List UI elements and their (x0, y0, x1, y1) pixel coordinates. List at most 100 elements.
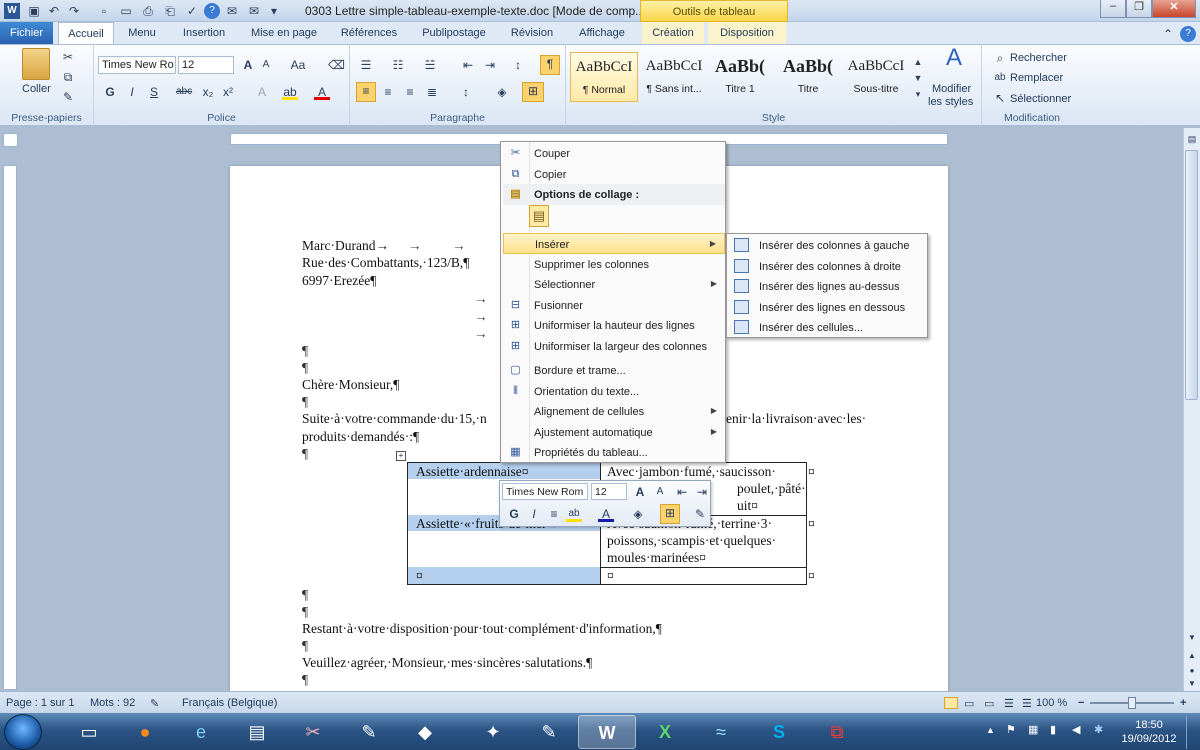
mini-borders-icon[interactable]: ⊞ (660, 504, 680, 524)
tab-fichier[interactable]: Fichier (0, 22, 53, 44)
show-hidden-icons-icon[interactable]: ▲ (986, 725, 995, 735)
table-cell[interactable]: moules·marinées¤ (607, 549, 706, 566)
help-icon[interactable]: ? (204, 3, 220, 19)
zoom-slider-thumb[interactable] (1128, 697, 1136, 709)
skype-taskbar-icon[interactable]: S (750, 715, 808, 749)
tab-menu[interactable]: Menu (118, 22, 166, 44)
style-titre-1[interactable]: AaBb( Titre 1 (706, 52, 774, 102)
font-name-combo[interactable]: Times New Ro (98, 56, 176, 74)
scrollbar-thumb[interactable] (1185, 150, 1198, 400)
multilevel-list-icon[interactable]: ☱ (422, 57, 438, 73)
print-preview-icon[interactable]: ⎙ (140, 3, 156, 19)
modify-styles-label-2[interactable]: les styles (928, 96, 973, 108)
show-formatting-icon[interactable]: ¶ (540, 55, 560, 75)
word-count[interactable]: Mots : 92 (90, 697, 135, 709)
format-painter-icon[interactable]: ✎ (60, 89, 76, 105)
language[interactable]: Français (Belgique) (182, 697, 277, 709)
tab-insertion[interactable]: Insertion (172, 22, 236, 44)
tab-creation[interactable]: Création (642, 22, 704, 44)
quick-print-icon[interactable]: ⎗ (162, 3, 178, 19)
proofing-icon[interactable]: ✎ (150, 697, 159, 710)
notes-taskbar-icon[interactable]: ◆ (396, 715, 454, 749)
align-right-icon[interactable]: ≡ (402, 84, 418, 100)
zoom-out-icon[interactable]: − (1078, 697, 1084, 709)
paste-icon[interactable] (22, 48, 50, 80)
menu-item-proprietes-tableau[interactable]: ▦ Propriétés du tableau... (503, 442, 725, 463)
menu-item-couper[interactable]: ✂ Couper (503, 143, 725, 164)
tab-revision[interactable]: Révision (502, 22, 562, 44)
menu-item-orientation-texte[interactable]: ⦀ Orientation du texte... (503, 381, 725, 402)
style-normal[interactable]: AaBbCcI ¶ Normal (570, 52, 638, 102)
submenu-insert-cells[interactable]: Insérer des cellules... (729, 317, 927, 337)
superscript-icon[interactable]: x² (220, 84, 236, 100)
shrink-font-icon[interactable]: A (258, 57, 274, 73)
network-icon[interactable]: ▦ (1028, 723, 1038, 736)
mail-icon[interactable]: ✉ (246, 3, 262, 19)
find-button[interactable]: Rechercher (1010, 52, 1067, 64)
strikethrough-icon[interactable]: abc (176, 84, 192, 100)
menu-item-inserer[interactable]: Insérer ▶ (503, 233, 725, 254)
table-cell[interactable]: Avec·jambon·fumé,·saucisson· (607, 463, 776, 480)
change-case-icon[interactable]: Aa (290, 57, 306, 73)
mini-font-combo[interactable]: Times New Rom (502, 483, 588, 500)
shading-icon[interactable]: ◈ (494, 84, 510, 100)
cut-icon[interactable]: ✂ (60, 49, 76, 65)
grow-font-icon[interactable]: A (240, 57, 256, 73)
menu-item-bordure-trame[interactable]: ▢ Bordure et trame... (503, 360, 725, 381)
modify-styles-label[interactable]: Modifier (932, 83, 971, 95)
new-icon[interactable]: ▫ (96, 3, 112, 19)
italic-icon[interactable]: I (124, 84, 140, 100)
menu-item-ajustement-auto[interactable]: Ajustement automatique ▶ (503, 422, 725, 443)
close-button[interactable]: ✕ (1152, 0, 1196, 18)
align-left-icon[interactable]: ≡ (356, 82, 376, 102)
tab-disposition[interactable]: Disposition (708, 22, 786, 44)
mini-grow-font-icon[interactable]: A (632, 484, 648, 500)
mini-size-combo[interactable]: 12 (591, 483, 627, 500)
bold-icon[interactable]: G (102, 84, 118, 100)
maximize-button[interactable]: ❐ (1126, 0, 1152, 18)
select-button[interactable]: Sélectionner (1010, 93, 1071, 105)
menu-item-fusionner[interactable]: ⊟ Fusionner (503, 295, 725, 316)
table-move-handle[interactable]: + (396, 451, 406, 461)
mini-increase-indent-icon[interactable]: ⇥ (694, 484, 710, 500)
subscript-icon[interactable]: x₂ (200, 84, 216, 100)
paint-taskbar-icon[interactable]: ✎ (340, 715, 398, 749)
tool-taskbar-icon[interactable]: ✎ (520, 715, 578, 749)
style-sans-interligne[interactable]: AaBbCcI ¶ Sans int... (640, 52, 708, 102)
scroll-down-icon[interactable]: ▼ (1184, 630, 1200, 646)
table-cell[interactable]: ¤ (607, 567, 614, 584)
minimize-button[interactable]: – (1100, 0, 1126, 18)
menu-item-copier[interactable]: ⧉ Copier (503, 164, 725, 185)
firefox-taskbar-icon[interactable]: ● (116, 715, 174, 749)
word-taskbar-icon[interactable]: W (578, 715, 636, 749)
full-screen-icon[interactable]: ▭ (964, 697, 974, 710)
paste-button[interactable]: Coller (22, 83, 51, 95)
paste-keep-format-icon[interactable]: ▤ (529, 205, 549, 227)
table-cell[interactable]: poissons,·scampis·et·quelques· (607, 532, 776, 549)
ruler-toggle-icon[interactable]: ▤ (1184, 131, 1200, 147)
tab-references[interactable]: Références (332, 22, 406, 44)
style-sous-titre[interactable]: AaBbCcI Sous-titre (842, 52, 910, 102)
internet-explorer-taskbar-icon[interactable]: e (172, 715, 230, 749)
draft-icon[interactable]: ☰ (1022, 697, 1032, 710)
print-layout-icon[interactable] (944, 697, 958, 709)
spelling-icon[interactable]: ✓ (184, 3, 200, 19)
collapse-ribbon-icon[interactable]: ⌃ (1160, 26, 1176, 42)
font-size-combo[interactable]: 12 (178, 56, 234, 74)
media-taskbar-icon[interactable]: ▤ (228, 715, 286, 749)
bluetooth-icon[interactable]: ✱ (1094, 723, 1103, 736)
copy-icon[interactable]: ⧉ (60, 69, 76, 85)
menu-item-alignement-cellules[interactable]: Alignement de cellules ▶ (503, 401, 725, 422)
clock[interactable]: 18:50 19/09/2012 (1118, 718, 1180, 746)
redo-icon[interactable]: ↷ (66, 3, 82, 19)
customize-qat-icon[interactable]: ▾ (266, 3, 282, 19)
excel-taskbar-icon[interactable]: X (636, 715, 694, 749)
volume-icon[interactable]: ◀ (1072, 723, 1080, 736)
style-titre[interactable]: AaBb( Titre (774, 52, 842, 102)
menu-item-uniformiser-hauteur[interactable]: ⊞ Uniformiser la hauteur des lignes (503, 315, 725, 336)
show-desktop-button[interactable] (1186, 715, 1198, 749)
vertical-ruler[interactable] (3, 165, 17, 690)
thunderbird-taskbar-icon[interactable]: ≈ (692, 715, 750, 749)
mini-center-icon[interactable]: ≡ (546, 506, 562, 522)
table-cell[interactable]: ¤ (416, 567, 423, 584)
